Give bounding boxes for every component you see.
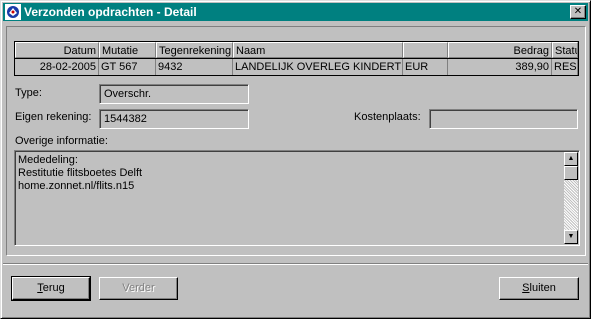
cell-mutatie: GT 567 bbox=[99, 59, 156, 75]
terug-label: erug bbox=[42, 282, 65, 294]
title-bar[interactable]: Verzonden opdrachten - Detail ✕ bbox=[3, 3, 588, 21]
sluiten-button[interactable]: Sluiten bbox=[499, 277, 579, 300]
overige-informatie-memo[interactable]: Mededeling: Restitutie flitsboetes Delft… bbox=[14, 150, 580, 246]
sluiten-label: luiten bbox=[529, 282, 556, 294]
verder-button[interactable]: Verder bbox=[99, 277, 178, 300]
column-header-bedrag[interactable]: Bedrag bbox=[448, 42, 552, 58]
cell-status: RES bbox=[554, 59, 578, 75]
cell-bedrag: 389,90 bbox=[448, 59, 552, 75]
detail-window: Verzonden opdrachten - Detail ✕ Datum Mu… bbox=[0, 0, 591, 319]
memo-text: Mededeling: Restitutie flitsboetes Delft… bbox=[18, 154, 142, 193]
scroll-down-button[interactable]: ▼ bbox=[564, 230, 578, 244]
cell-datum: 28-02-2005 bbox=[15, 59, 99, 75]
column-header-tegenrekening[interactable]: Tegenrekening bbox=[156, 42, 233, 58]
cell-currency: EUR bbox=[403, 59, 448, 75]
memo-scrollbar[interactable]: ▲ ▼ bbox=[564, 152, 578, 244]
memo-line: Restitutie flitsboetes Delft bbox=[18, 167, 143, 179]
column-header-status[interactable]: Status bbox=[552, 42, 578, 58]
close-window-button[interactable]: ✕ bbox=[570, 5, 586, 19]
eigen-rekening-label: Eigen rekening: bbox=[15, 111, 92, 123]
type-label: Type: bbox=[15, 87, 42, 99]
memo-line: home.zonnet.nl/flits.n15 bbox=[18, 180, 135, 192]
kostenplaats-label: Kostenplaats: bbox=[354, 111, 421, 123]
kostenplaats-field bbox=[429, 109, 578, 129]
overige-informatie-label: Overige informatie: bbox=[15, 135, 108, 147]
cell-naam: LANDELIJK OVERLEG KINDERTI bbox=[235, 59, 403, 75]
arrow-down-icon: ▼ bbox=[567, 233, 575, 240]
arrow-up-icon: ▲ bbox=[567, 155, 575, 162]
column-header-currency[interactable] bbox=[403, 42, 448, 58]
column-header-mutatie[interactable]: Mutatie bbox=[99, 42, 156, 58]
button-bar-divider bbox=[3, 263, 588, 265]
app-logo-icon bbox=[5, 4, 21, 20]
close-icon: ✕ bbox=[573, 6, 583, 17]
sluiten-mnemonic: S bbox=[522, 282, 530, 294]
column-header-naam[interactable]: Naam bbox=[233, 42, 403, 58]
transaction-grid: Datum Mutatie Tegenrekening Naam Bedrag … bbox=[14, 41, 579, 76]
cell-tegenrekening: 9432 bbox=[156, 59, 233, 75]
scroll-up-button[interactable]: ▲ bbox=[564, 152, 578, 166]
type-field: Overschr. bbox=[99, 84, 249, 104]
terug-button[interactable]: Terug bbox=[11, 276, 91, 301]
memo-line: Mededeling: bbox=[18, 154, 78, 166]
window-title: Verzonden opdrachten - Detail bbox=[24, 5, 197, 19]
eigen-rekening-field: 1544382 bbox=[99, 109, 249, 129]
scroll-thumb[interactable] bbox=[564, 166, 578, 180]
table-row[interactable]: 28-02-2005 GT 567 9432 LANDELIJK OVERLEG… bbox=[15, 59, 578, 75]
grid-header-row: Datum Mutatie Tegenrekening Naam Bedrag … bbox=[15, 42, 578, 58]
column-header-datum[interactable]: Datum bbox=[15, 42, 99, 58]
verder-label: Verder bbox=[122, 282, 155, 294]
